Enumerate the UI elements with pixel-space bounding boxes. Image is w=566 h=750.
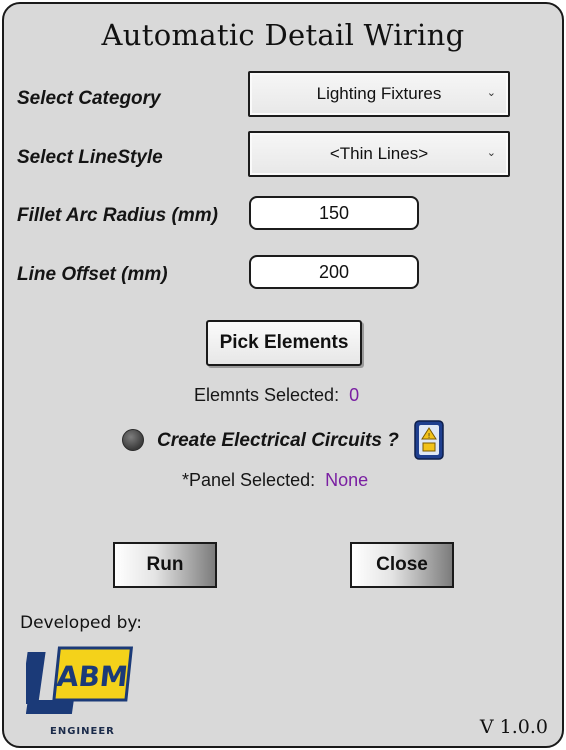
developed-by-label: Developed by:	[20, 613, 142, 633]
close-button[interactable]: Close	[350, 542, 454, 588]
category-value: Lighting Fixtures	[316, 84, 442, 103]
chevron-down-icon: ⌄	[486, 147, 496, 159]
logo-subtext: ENGINEER	[50, 726, 115, 737]
electrical-panel-icon[interactable]: !	[414, 420, 444, 460]
elements-selected-readout: Elemnts Selected: 0	[194, 385, 359, 406]
dialog-window: Automatic Detail Wiring Select Category …	[2, 2, 564, 748]
category-dropdown[interactable]: Lighting Fixtures ⌄	[248, 71, 510, 117]
fillet-radius-field[interactable]: 150	[249, 196, 419, 230]
category-label: Select Category	[17, 88, 161, 109]
version-label: V 1.0.0	[479, 716, 548, 738]
elements-selected-label: Elemnts Selected:	[194, 385, 340, 405]
run-button[interactable]: Run	[113, 542, 217, 588]
pick-elements-button[interactable]: Pick Elements	[206, 320, 362, 366]
panel-selected-value: None	[325, 470, 369, 490]
fillet-label: Fillet Arc Radius (mm)	[17, 205, 218, 226]
dialog-title: Automatic Detail Wiring	[101, 18, 465, 52]
linestyle-dropdown[interactable]: <Thin Lines> ⌄	[248, 131, 510, 177]
svg-text:!: !	[428, 432, 431, 440]
linestyle-label: Select LineStyle	[17, 147, 163, 168]
elements-selected-count: 0	[349, 385, 360, 405]
radio-button-icon[interactable]	[122, 429, 144, 451]
offset-label: Line Offset (mm)	[17, 264, 168, 285]
line-offset-field[interactable]: 200	[249, 255, 419, 289]
panel-selected-label: *Panel Selected:	[182, 470, 316, 490]
chevron-down-icon: ⌄	[486, 87, 496, 99]
panel-selected-readout: *Panel Selected: None	[182, 470, 368, 491]
linestyle-value: <Thin Lines>	[329, 144, 429, 163]
svg-text:ABM: ABM	[55, 660, 129, 693]
create-circuits-label[interactable]: Create Electrical Circuits ?	[157, 430, 399, 452]
